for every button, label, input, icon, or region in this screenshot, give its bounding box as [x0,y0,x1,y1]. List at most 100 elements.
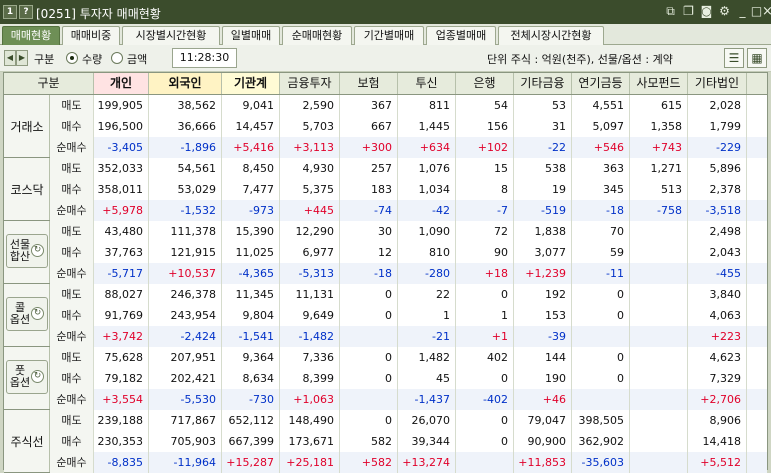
table-cell: +102 [456,137,514,158]
table-row[interactable]: 순매수 +5,978 -1,532 -973 +445 -74 -42 -7 -519 -18 -7… [50,200,767,221]
tab-market-time[interactable]: 시장별시간현황 [122,26,220,45]
quantity-radio[interactable] [66,52,78,64]
table-cell: -1,437 [398,389,456,410]
table-row[interactable]: 순매수 -3,405 -1,896 +5,416 +3,113 +300 +634 +102-… [50,137,767,158]
table-row[interactable]: 매도 88,027 246,378 11,345 11,131 0 22 0 192 0 3,840 [50,284,767,305]
table-row[interactable]: 매도 352,033 54,561 8,450 4,930 257 1,076 15 538 36… [50,158,767,179]
table-cell: 367 [340,95,398,116]
table-row[interactable]: 매도 199,905 38,562 9,041 2,590 367 811 54 53 4,551… [50,95,767,116]
toggle-group-button[interactable]: 선물 합산 ↻ [6,234,48,268]
table-cell: -7 [456,200,514,221]
gear-icon[interactable]: ⚙ [717,4,732,19]
group-4: 풋 옵션 ↻ 매도 75,628 207,951 9,364 7,336 0 1,482 402 1… [4,347,767,410]
tab-sector[interactable]: 업종별매매 [426,26,496,45]
table-cell: 1,090 [398,221,456,242]
table-row[interactable]: 순매수 +3,742 -2,424 -1,541 -1,482 -21 +1 -39 +223 [50,326,767,347]
column-header[interactable]: 투신 [398,73,456,94]
table-cell [630,305,688,326]
table-cell: 358,011 [94,179,149,200]
time-input[interactable]: 11:28:30 [172,48,237,68]
table-cell: -5,530 [149,389,222,410]
help-icon[interactable]: ? [19,5,33,19]
table-cell: 0 [572,368,630,389]
minimize-icon[interactable]: _ [735,4,750,19]
table-cell: +3,742 [94,326,149,347]
table-cell: 156 [456,116,514,137]
table-cell: 59 [572,242,630,263]
prev-arrow-icon[interactable]: ◀ [4,50,16,66]
table-cell: +11,853 [514,452,572,473]
tab-trading-ratio[interactable]: 매매비중 [62,26,120,45]
table-cell [630,221,688,242]
table-cell: 1,838 [514,221,572,242]
table-cell: 26,070 [398,410,456,431]
table-cell: 230,353 [94,431,149,452]
table-row[interactable]: 순매수 -8,835 -11,964 +15,287 +25,181 +582 +13,27… [50,452,767,473]
list-view-icon[interactable]: ☰ [724,48,744,68]
table-cell: 2,498 [688,221,747,242]
column-header[interactable]: 은행 [456,73,514,94]
tab-net-trading[interactable]: 순매매현황 [282,26,352,45]
investor-trading-table: 구분 개인 외국인 기관계 금융투자 보험 투신 은행 기타금융 연기금등 사모펀드 기타법인 거래소… [3,72,768,473]
tab-period[interactable]: 기간별매매 [354,26,424,45]
table-row[interactable]: 매도 239,188 717,867 652,112 148,490 0 26,070 0 79… [50,410,767,431]
table-cell: 538 [514,158,572,179]
table-cell: 6,977 [280,242,340,263]
table-cell: 0 [340,368,398,389]
table-row[interactable]: 매수 358,011 53,029 7,477 5,375 183 1,034 8 19 345 5… [50,179,767,200]
table-cell: 43,480 [94,221,149,242]
table-row[interactable]: 순매수 +3,554 -5,530 -730 +1,063 -1,437 -402 +46 +2… [50,389,767,410]
next-arrow-icon[interactable]: ▶ [16,50,28,66]
table-cell: 15,390 [222,221,280,242]
table-row[interactable]: 순매수 -5,717 +10,537 -4,365 -5,313 -18 -280 +18 +1… [50,263,767,284]
unit-text: 단위 주식 : 억원(천주), 선물/옵션 : 계약 [487,53,673,66]
amount-radio[interactable] [111,52,123,64]
table-row[interactable]: 매수 37,763 121,915 11,025 6,977 12 810 90 3,077 59… [50,242,767,263]
close-icon[interactable]: × [760,4,771,19]
table-cell: 362,902 [572,431,630,452]
column-header[interactable]: 연기금등 [572,73,630,94]
row-label: 매도 [50,410,94,431]
table-row[interactable]: 매도 75,628 207,951 9,364 7,336 0 1,482 402 144 0 4,… [50,347,767,368]
table-row[interactable]: 매도 43,480 111,378 15,390 12,290 30 1,090 72 1,83… [50,221,767,242]
column-header[interactable]: 개인 [94,73,149,94]
group-name: 풋 옵션 [9,364,31,389]
camera-icon[interactable]: ◙ [699,4,714,19]
toggle-group-button[interactable]: 콜 옵션 ↻ [6,297,48,331]
column-header[interactable]: 기타법인 [688,73,747,94]
grid-view-icon[interactable]: ▦ [747,48,767,68]
quantity-radio-label[interactable]: 수량 [82,51,102,67]
table-cell: +13,274 [398,452,456,473]
table-cell: -229 [688,137,747,158]
table-cell: 173,671 [280,431,340,452]
table-cell [630,410,688,431]
column-header[interactable]: 기타금융 [514,73,572,94]
table-row[interactable]: 매수 230,353 705,903 667,399 173,671 582 39,344 0… [50,431,767,452]
row-label: 순매수 [50,389,94,410]
amount-radio-label[interactable]: 금액 [127,51,147,67]
column-header[interactable]: 금융투자 [280,73,340,94]
toggle-group-button[interactable]: 풋 옵션 ↻ [6,360,48,394]
link-icon[interactable]: ⧉ [663,4,678,19]
table-cell: 7,477 [222,179,280,200]
table-cell [630,389,688,410]
table-cell: 183 [340,179,398,200]
column-header[interactable]: 외국인 [149,73,222,94]
tab-daily[interactable]: 일별매매 [222,26,280,45]
column-header[interactable]: 구분 [4,73,94,94]
table-cell: -4,365 [222,263,280,284]
tab-trading-status[interactable]: 매매현황 [2,26,60,45]
table-row[interactable]: 매수 91,769 243,954 9,804 9,649 0 1 1 153 0 4,063 [50,305,767,326]
tab-all-market-time[interactable]: 전체시장시간현황 [498,26,604,45]
table-row[interactable]: 매수 79,182 202,421 8,634 8,399 0 45 0 190 0 7,329 [50,368,767,389]
column-header[interactable]: 보험 [340,73,398,94]
column-header[interactable]: 기관계 [222,73,280,94]
column-header[interactable]: 사모펀드 [630,73,688,94]
table-cell [340,326,398,347]
copy-icon[interactable]: ❐ [681,4,696,19]
group-label: 선물 합산 ↻ [4,221,50,283]
table-row[interactable]: 매수 196,500 36,666 14,457 5,703 667 1,445 156 31 5… [50,116,767,137]
table-cell [572,326,630,347]
screen-number-icon[interactable]: 1 [3,5,17,19]
group-name: 코스닥 [10,183,44,197]
